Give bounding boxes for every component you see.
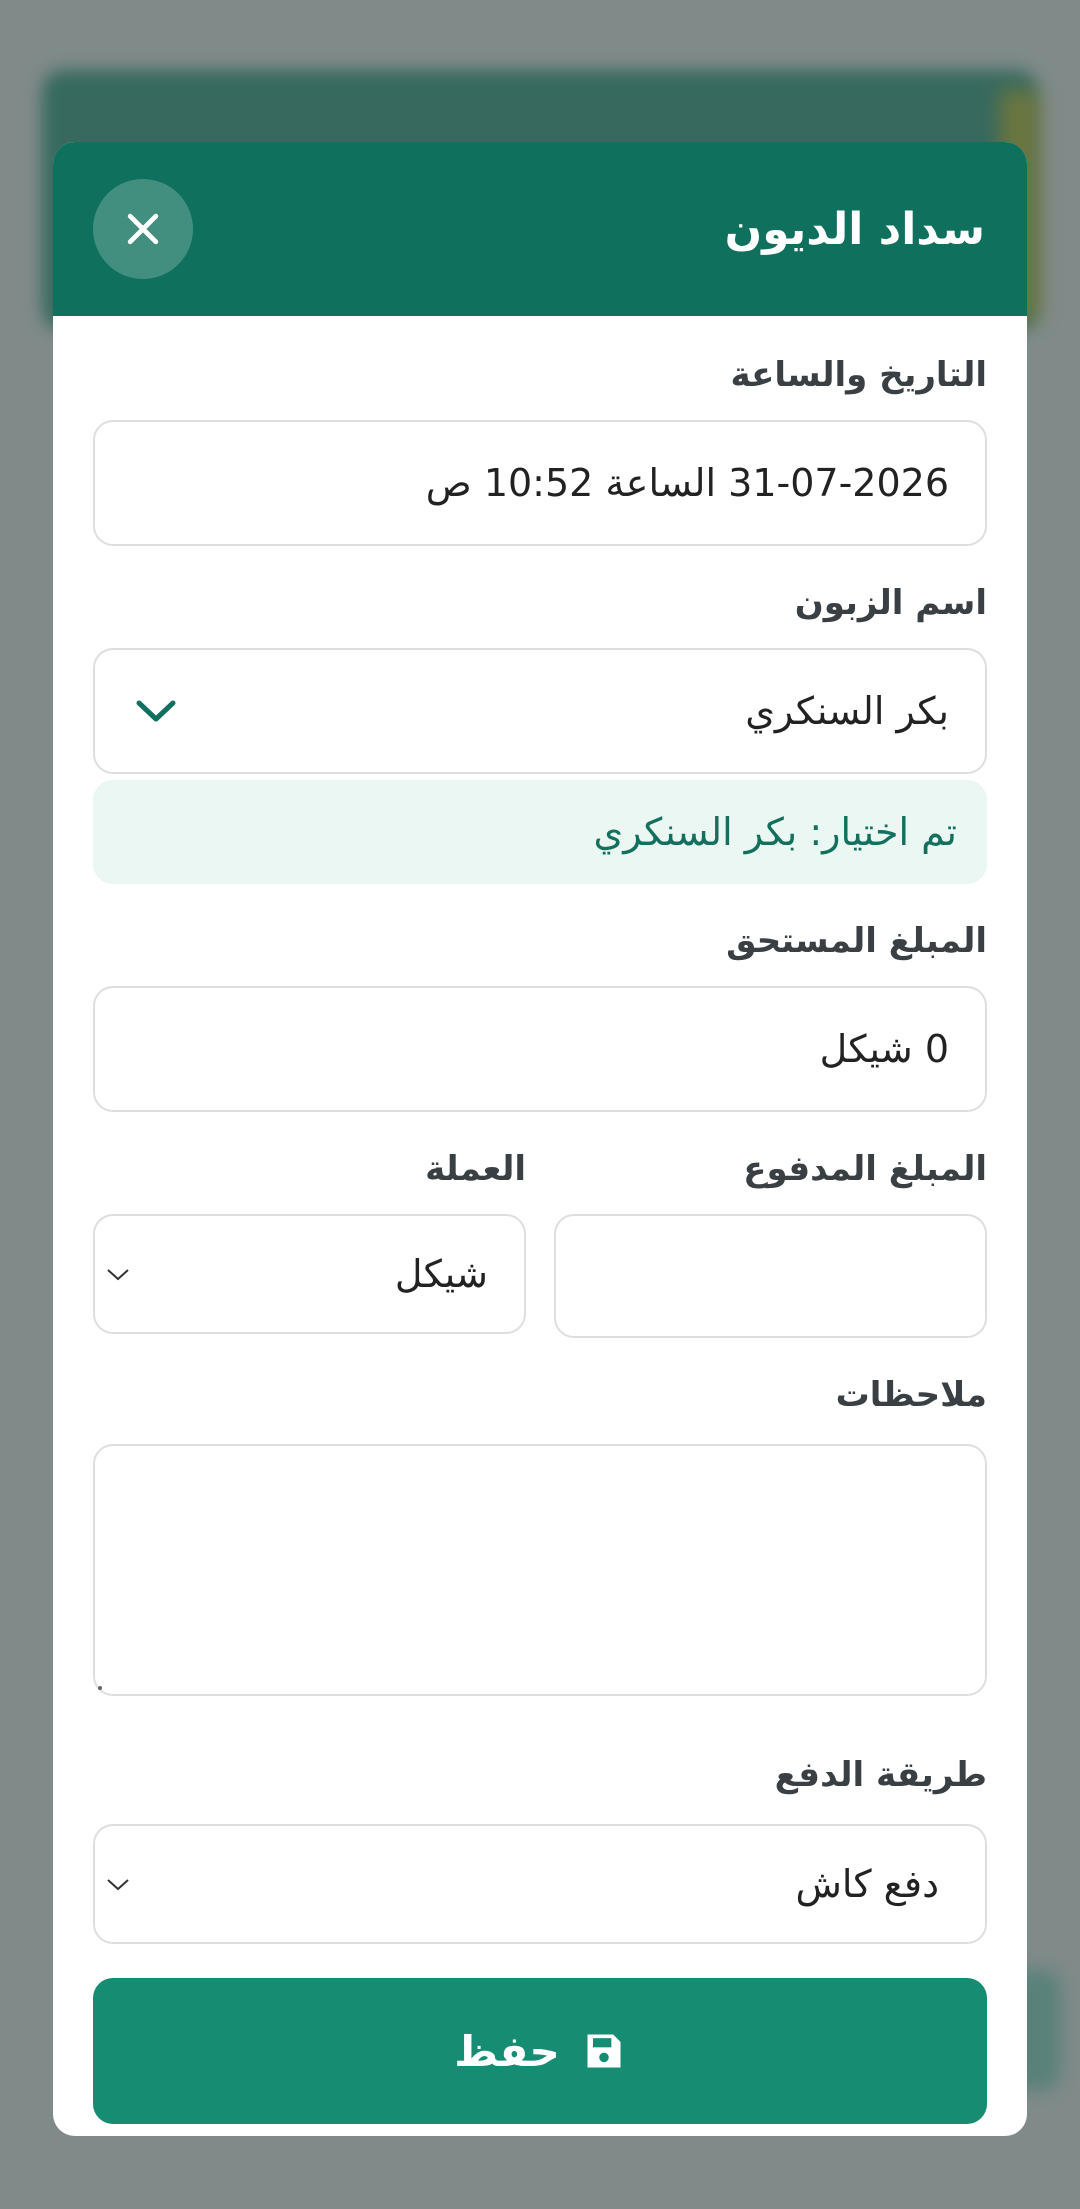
payment-method-select[interactable]: دفع كاش bbox=[93, 1824, 987, 1944]
modal-body: التاريخ والساعة 31-07-2026 الساعة 10:52 … bbox=[53, 316, 1027, 2124]
notes-textarea[interactable] bbox=[93, 1444, 987, 1696]
close-button[interactable] bbox=[93, 179, 193, 279]
payment-method-label: طريقة الدفع bbox=[774, 1755, 987, 1795]
modal-title: سداد الديون bbox=[724, 203, 985, 255]
paid-amount-input[interactable] bbox=[554, 1214, 987, 1338]
payment-method-value: دفع كاش bbox=[795, 1862, 939, 1906]
customer-value: بكر السنكري bbox=[745, 689, 949, 733]
currency-label: العملة bbox=[425, 1149, 526, 1189]
modal-header: سداد الديون bbox=[53, 142, 1027, 316]
datetime-field[interactable]: 31-07-2026 الساعة 10:52 ص bbox=[93, 420, 987, 546]
customer-selected-note: تم اختيار: بكر السنكري bbox=[93, 780, 987, 884]
resize-handle-icon[interactable] bbox=[98, 1686, 102, 1690]
chevron-down-icon bbox=[107, 1269, 129, 1281]
chevron-down-icon bbox=[107, 1879, 129, 1891]
close-icon bbox=[127, 213, 159, 245]
datetime-value: 31-07-2026 الساعة 10:52 ص bbox=[425, 461, 949, 505]
currency-select[interactable]: شيكل bbox=[93, 1214, 526, 1334]
save-button[interactable]: حفظ bbox=[93, 1978, 987, 2124]
customer-select[interactable]: بكر السنكري bbox=[93, 648, 987, 774]
chevron-down-icon bbox=[136, 700, 176, 722]
save-icon bbox=[587, 2034, 621, 2068]
notes-label: ملاحظات bbox=[835, 1375, 987, 1415]
debt-payment-modal: سداد الديون التاريخ والساعة 31-07-2026 ا… bbox=[53, 142, 1027, 2136]
due-amount-label: المبلغ المستحق bbox=[726, 921, 987, 961]
save-label: حفظ bbox=[454, 2026, 560, 2076]
currency-value: شيكل bbox=[394, 1252, 488, 1296]
amount-currency-row: المبلغ المدفوع العملة شيكل bbox=[93, 1140, 987, 1338]
paid-amount-label: المبلغ المدفوع bbox=[743, 1149, 987, 1189]
due-amount-field: 0 شيكل bbox=[93, 986, 987, 1112]
due-amount-value: 0 شيكل bbox=[819, 1027, 949, 1071]
customer-label: اسم الزبون bbox=[794, 583, 987, 623]
datetime-label: التاريخ والساعة bbox=[730, 355, 987, 395]
